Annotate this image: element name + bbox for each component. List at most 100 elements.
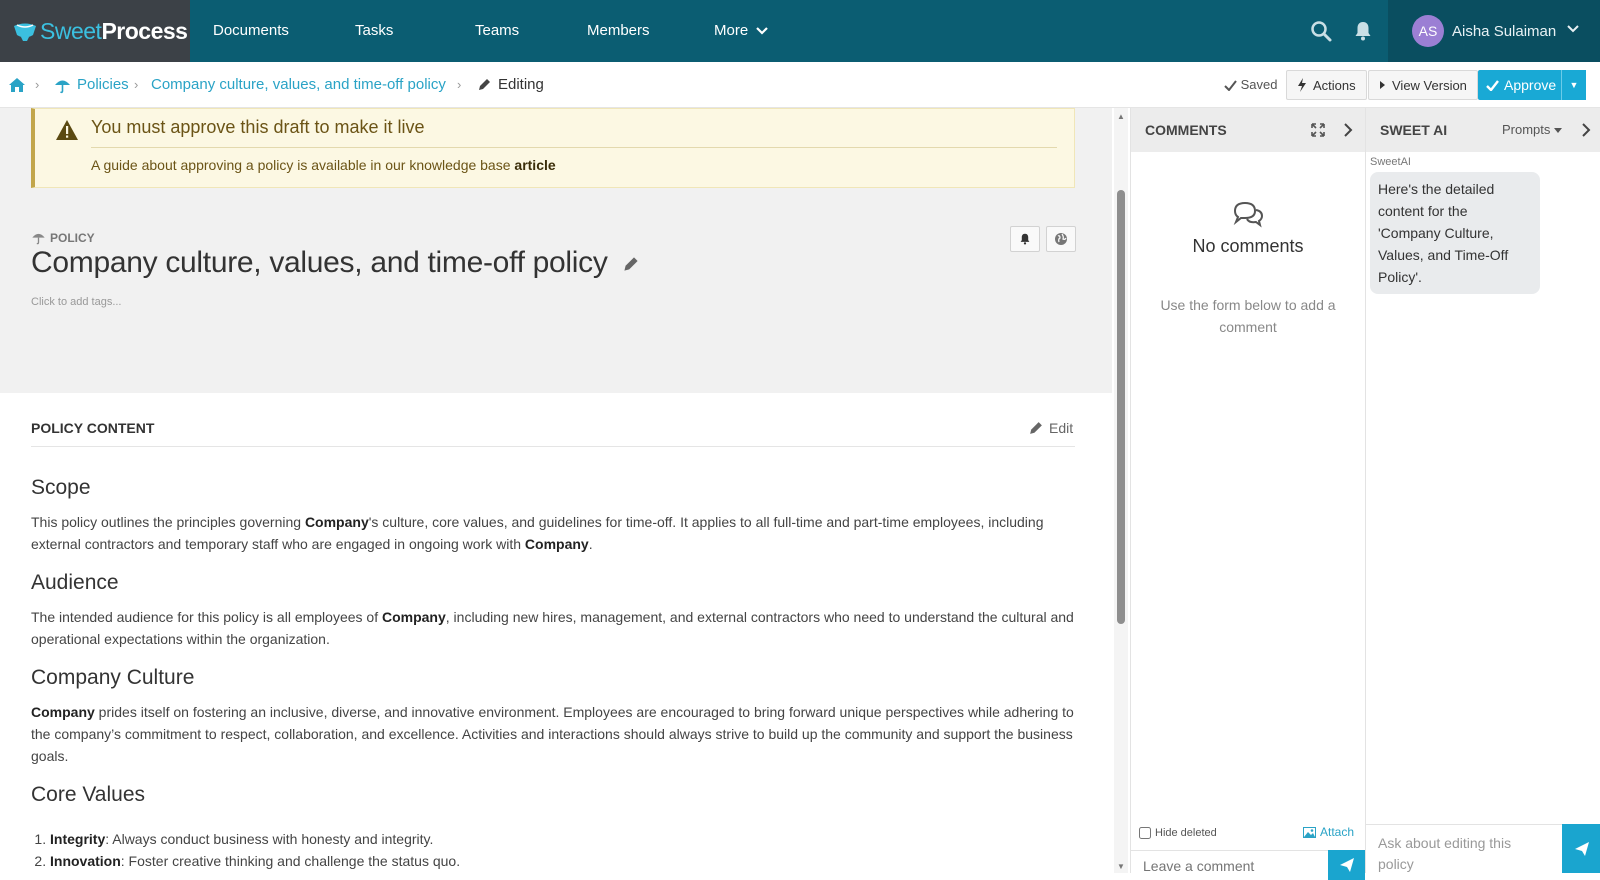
comments-icon [1233,201,1264,228]
section-paragraph-scope: This policy outlines the principles gove… [31,514,1044,552]
scroll-down-arrow[interactable]: ▼ [1117,862,1125,871]
send-ai-prompt-button[interactable] [1562,824,1600,873]
bolt-icon [1298,78,1306,92]
comments-title: COMMENTS [1145,122,1227,138]
view-version-label: View Version [1392,77,1467,93]
nav-more[interactable]: More [714,0,769,62]
caret-right-icon [1380,81,1385,89]
avatar: AS [1412,15,1444,47]
image-icon [1303,826,1316,838]
hide-deleted-toggle[interactable]: Hide deleted [1139,827,1217,839]
alert-body: A guide about approving a policy is avai… [91,157,556,173]
comment-input[interactable] [1131,850,1328,880]
nav-tasks[interactable]: Tasks [355,0,393,62]
bell-icon [1020,233,1030,245]
core-values-list: Integrity: Always conduct business with … [50,828,460,872]
watch-bell-button[interactable] [1010,226,1040,252]
breadcrumb-editing: Editing [498,76,544,93]
ai-prompt-input[interactable]: Ask about editing this policy [1366,824,1562,873]
alert-divider [91,147,1057,148]
breadcrumb: › Policies › Company culture, values, an… [0,62,1600,108]
view-version-button[interactable]: View Version [1368,70,1478,100]
sweetprocess-logo-icon [14,23,36,41]
section-heading-core-values: Core Values [31,783,146,806]
caret-down-icon [1554,128,1563,133]
policy-type-text: POLICY [50,231,95,245]
public-globe-button[interactable] [1046,226,1076,252]
chevron-right-icon[interactable] [1581,123,1591,137]
umbrella-icon [32,233,45,245]
section-heading-company-culture: Company Culture [31,666,195,689]
brand-name: SweetProcess [40,17,188,44]
send-icon [1339,858,1354,872]
pencil-icon [1030,422,1042,434]
scroll-up-arrow[interactable]: ▲ [1117,112,1125,121]
saved-label: Saved [1240,77,1278,92]
globe-icon [1055,233,1067,245]
edit-label: Edit [1049,420,1074,436]
chevron-right-icon: › [134,77,139,92]
attach-button[interactable]: Attach [1303,825,1354,839]
prompts-label: Prompts [1502,122,1551,137]
list-item: Innovation: Foster creative thinking and… [50,850,460,872]
add-tags[interactable]: Click to add tags... [31,296,122,308]
nav-members[interactable]: Members [587,0,650,62]
approval-alert: You must approve this draft to make it l… [31,108,1075,188]
hide-deleted-label: Hide deleted [1155,827,1217,839]
check-icon [1486,79,1499,91]
send-comment-button[interactable] [1328,850,1365,880]
chevron-right-icon[interactable] [1343,123,1353,137]
breadcrumb-document[interactable]: Company culture, values, and time-off po… [151,62,446,108]
approve-label: Approve [1504,77,1557,93]
umbrella-icon [55,80,70,94]
expand-icon[interactable] [1311,123,1325,137]
page-title: Company culture, values, and time-off po… [31,246,640,280]
nav-more-label: More [714,22,749,39]
nav-documents[interactable]: Documents [213,0,289,62]
policy-content-heading: POLICY CONTENT [31,420,155,436]
actions-button[interactable]: Actions [1286,70,1367,100]
section-paragraph-company-culture: Company prides itself on fostering an in… [31,704,1074,764]
bell-icon[interactable] [1351,19,1375,43]
chevron-down-icon[interactable] [1566,22,1580,36]
chevron-right-icon: › [457,77,462,92]
user-name: Aisha Sulaiman [1452,22,1557,40]
pencil-icon[interactable] [622,255,640,273]
warning-icon [56,120,78,140]
top-navbar: SweetProcess Documents Tasks Teams Membe… [0,0,1600,62]
sweet-ai-title: SWEET AI [1380,122,1448,138]
alert-body-text: A guide about approving a policy is avai… [91,157,511,173]
no-comments-title: No comments [1192,236,1304,256]
divider [31,446,1075,447]
page-title-text: Company culture, values, and time-off po… [31,246,608,279]
alert-title: You must approve this draft to make it l… [91,117,425,137]
hide-deleted-checkbox[interactable] [1139,827,1151,839]
main-content: You must approve this draft to make it l… [0,108,1112,873]
ai-message-bubble: Here's the detailed content for the 'Com… [1370,172,1540,294]
home-icon[interactable] [8,77,26,93]
article-link[interactable]: article [514,157,555,173]
chevron-right-icon: › [35,77,40,92]
scrollbar-thumb[interactable] [1117,190,1125,624]
approve-dropdown-caret[interactable]: ▼ [1561,70,1586,100]
sweet-ai-panel: SWEET AI Prompts SweetAI Here's the deta… [1365,108,1600,873]
send-icon [1574,841,1589,856]
comments-panel: COMMENTS No comments Use the form below … [1130,108,1365,880]
ai-message-sender: SweetAI [1370,156,1411,168]
prompts-dropdown[interactable]: Prompts [1502,122,1563,137]
policy-header-area: You must approve this draft to make it l… [0,108,1112,393]
breadcrumb-policies[interactable]: Policies [77,62,129,108]
search-icon[interactable] [1309,19,1333,43]
chevron-down-icon [756,27,769,35]
brand-logo[interactable]: SweetProcess [0,0,190,62]
check-icon [1224,80,1237,92]
nav-teams[interactable]: Teams [475,0,519,62]
no-comments-hint: Use the form below to add a comment [1160,297,1336,335]
policy-type-label: POLICY [31,231,95,245]
pencil-icon [479,79,490,90]
section-heading-scope: Scope [31,476,91,499]
edit-content-button[interactable]: Edit [1028,420,1073,436]
section-heading-audience: Audience [31,571,119,594]
section-paragraph-audience: The intended audience for this policy is… [31,609,1074,647]
ai-prompt-placeholder: Ask about editing this policy [1378,835,1512,872]
